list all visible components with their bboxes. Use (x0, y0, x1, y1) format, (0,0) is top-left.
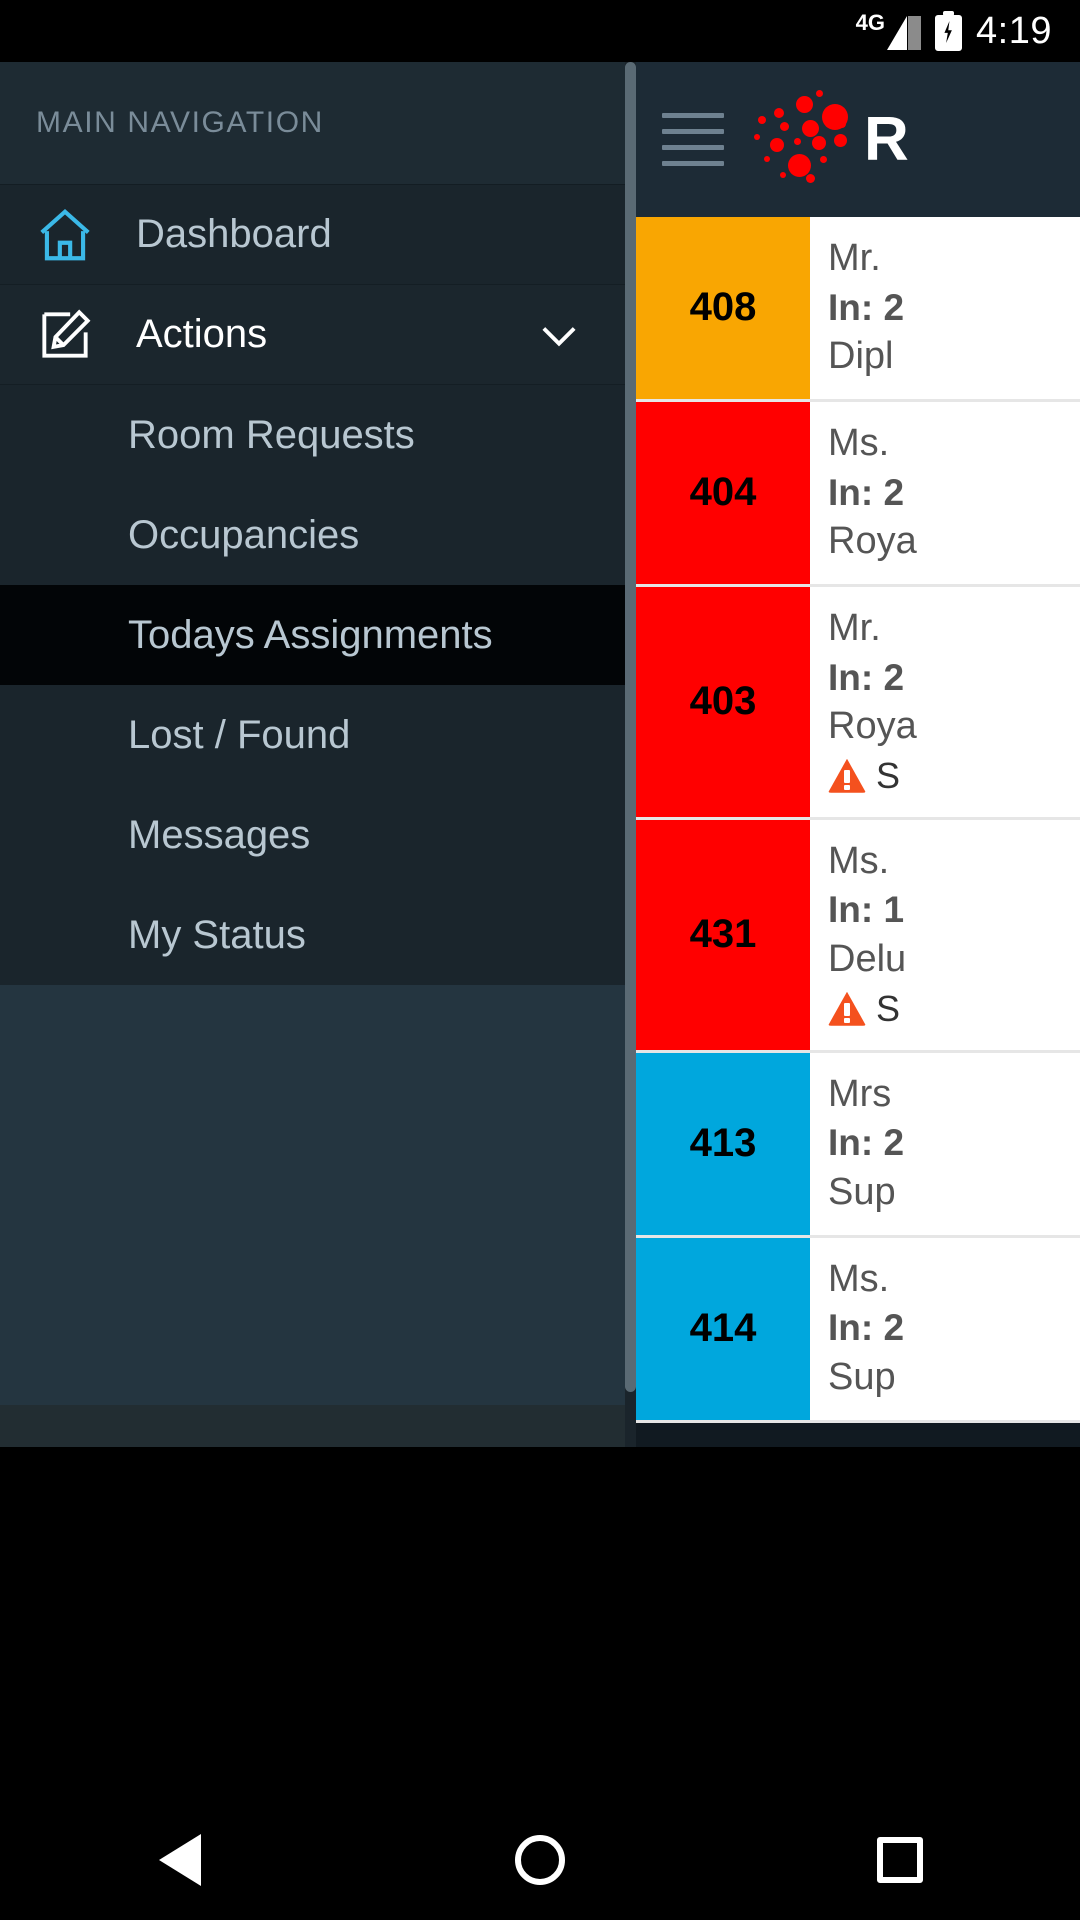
red-dots-cluster-logo (750, 86, 858, 194)
room-details: Ms. In: 2 Roya (810, 401, 1080, 584)
status-bar: 4G 4:19 (0, 0, 1080, 62)
check-in-info: In: 2 (828, 286, 905, 328)
room-card[interactable]: 404 Ms. In: 2 Roya (636, 401, 1080, 587)
brand: R (750, 86, 909, 194)
alert-text: S (876, 754, 901, 796)
guest-name: Ms. (828, 839, 890, 882)
room-type-label: Roya (828, 705, 917, 748)
sidebar-subitem-label: Todays Assignments (128, 612, 493, 657)
room-card[interactable]: 413 Mrs In: 2 Sup (636, 1052, 1080, 1238)
room-type-label: Dipl (828, 335, 894, 378)
signal-triangle-icon (887, 16, 922, 50)
room-number-badge: 414 (636, 1237, 810, 1420)
app-bar: R (636, 62, 1080, 217)
sidebar-subitem-messages[interactable]: Messages (0, 785, 625, 885)
room-type-label: Sup (828, 1170, 896, 1213)
signal-bars-icon: 4G (855, 10, 922, 50)
check-in-info: In: 2 (828, 1307, 905, 1349)
guest-name: Mr. (828, 237, 881, 279)
sidebar-subitem-room-requests[interactable]: Room Requests (0, 385, 625, 485)
room-card[interactable]: 431 Ms. In: 1 Delu S (636, 819, 1080, 1053)
sidebar-subitem-occupancies[interactable]: Occupancies (0, 485, 625, 585)
room-number-badge: 408 (636, 217, 810, 399)
sidebar-item-label: Dashboard (136, 212, 332, 256)
sidebar-subitem-label: Room Requests (128, 412, 415, 457)
home-button[interactable] (480, 1800, 600, 1920)
battery-charging-icon (935, 11, 963, 51)
guest-name: Ms. (828, 421, 890, 464)
recents-button[interactable] (840, 1800, 960, 1920)
room-alert: S (828, 755, 1080, 797)
room-assignments-list[interactable]: 408 Mr. In: 2 Dipl 404 Ms. In: 2 Roya 403 Mr. In: … (636, 217, 1080, 1447)
sidebar-subitem-label: Occupancies (128, 512, 360, 557)
sidebar-item-actions[interactable]: Actions (0, 285, 625, 385)
android-navigation-bar[interactable] (0, 1800, 1080, 1920)
room-alert: S (828, 988, 1080, 1030)
home-circle-icon (515, 1835, 565, 1885)
back-triangle-icon (159, 1834, 201, 1886)
drawer-empty-space (0, 985, 625, 1405)
alert-text: S (876, 987, 901, 1029)
sidebar-item-label: Actions (136, 312, 268, 356)
room-number-badge: 403 (636, 586, 810, 817)
check-in-info: In: 1 (828, 889, 905, 931)
navigation-drawer[interactable]: MAIN NAVIGATION Dashboard Actions Room R… (0, 62, 625, 1447)
room-type-label: Roya (828, 520, 917, 563)
room-details: Mrs In: 2 Sup (810, 1052, 1080, 1235)
sidebar-subitem-my-status[interactable]: My Status (0, 885, 625, 985)
sidebar-subitem-todays-assignments[interactable]: Todays Assignments (0, 585, 625, 685)
drawer-scrollbar[interactable] (625, 62, 636, 1447)
drawer-section-header: MAIN NAVIGATION (0, 62, 625, 185)
guest-name: Ms. (828, 1257, 890, 1300)
actions-submenu[interactable]: Room Requests Occupancies Todays Assignmen… (0, 385, 625, 985)
sidebar-subitem-lost-found[interactable]: Lost / Found (0, 685, 625, 785)
room-type-label: Delu (828, 938, 907, 980)
guest-name: Mr. (828, 606, 881, 649)
guest-name: Mrs (828, 1072, 892, 1115)
room-card[interactable]: 408 Mr. In: 2 Dipl (636, 217, 1080, 402)
back-button[interactable] (120, 1800, 240, 1920)
sidebar-subitem-label: Messages (128, 812, 311, 857)
hamburger-menu-icon[interactable] (662, 113, 724, 166)
recents-square-icon (877, 1837, 923, 1883)
room-number-badge: 431 (636, 819, 810, 1050)
room-number-badge: 404 (636, 401, 810, 584)
network-type-label: 4G (855, 10, 886, 35)
sidebar-subitem-label: My Status (128, 912, 306, 957)
check-in-info: In: 2 (828, 471, 905, 513)
room-number-badge: 413 (636, 1052, 810, 1235)
brand-title: R (864, 105, 909, 174)
room-card[interactable]: 414 Ms. In: 2 Sup (636, 1237, 1080, 1423)
home-icon (34, 204, 96, 266)
room-details: Mr. In: 2 Dipl (810, 217, 1080, 399)
pencil-edit-icon (34, 304, 96, 366)
clock-label: 4:19 (976, 9, 1052, 52)
check-in-info: In: 2 (828, 656, 905, 698)
warning-triangle-icon (828, 758, 866, 793)
room-details: Ms. In: 2 Sup (810, 1237, 1080, 1420)
room-type-label: Sup (828, 1355, 896, 1398)
room-card[interactable]: 403 Mr. In: 2 Roya S (636, 586, 1080, 820)
chevron-down-icon[interactable] (533, 309, 585, 361)
check-in-info: In: 2 (828, 1122, 905, 1164)
sidebar-item-dashboard[interactable]: Dashboard (0, 185, 625, 285)
room-details: Ms. In: 1 Delu S (810, 819, 1080, 1050)
warning-triangle-icon (828, 991, 866, 1026)
room-details: Mr. In: 2 Roya S (810, 586, 1080, 817)
sidebar-subitem-label: Lost / Found (128, 712, 351, 757)
